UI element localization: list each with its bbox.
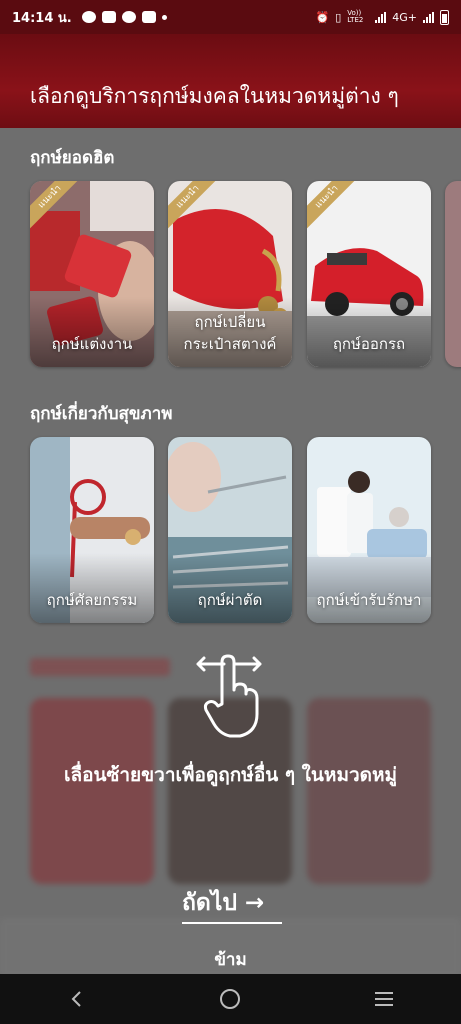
main-content: ฤกษ์ยอดฮิต แนะนำ ฤกษ์แต่งงาน แนะนำ ฤกษ์เ… [0, 128, 461, 974]
status-time: 14:14 น. [12, 10, 72, 26]
network-type: 4G+ [392, 10, 417, 24]
card-wedding[interactable]: แนะนำ ฤกษ์แต่งงาน [30, 181, 154, 367]
card-label: ฤกษ์เปลี่ยน กระเป๋าสตางค์ [183, 313, 277, 353]
system-nav-bar [0, 974, 461, 1024]
messenger-icon [81, 11, 96, 23]
blurred-section-title [30, 658, 170, 676]
status-bar: 14:14 น. ⏰ ▯ Vo)) LTE2 4G+ [0, 0, 461, 34]
blurred-card [307, 698, 431, 884]
card-shade [30, 553, 154, 623]
recents-menu-icon [375, 992, 394, 1006]
swipe-hand-icon [196, 654, 262, 738]
arrow-right-icon: → [245, 890, 265, 916]
youtube-icon [141, 11, 156, 23]
section-title-popular: ฤกษ์ยอดฮิต [30, 148, 115, 168]
section-title-health: ฤกษ์เกี่ยวกับสุขภาพ [30, 404, 173, 424]
next-button-label: ถัดไป [182, 890, 238, 916]
next-button[interactable]: ถัดไป → [182, 884, 282, 924]
header: เลือกดูบริการฤกษ์มงคลในหมวดหมู่ต่าง ๆ [0, 34, 461, 128]
signal-icon-1 [375, 11, 387, 23]
battery-icon [440, 9, 449, 25]
card-shade [307, 297, 431, 367]
card-label: ฤกษ์ผ่าตัด [197, 591, 263, 609]
skip-button[interactable]: ข้าม [0, 946, 461, 973]
vibrate-icon: ▯ [335, 10, 342, 24]
card-new-car[interactable]: แนะนำ ฤกษ์ออกรถ [307, 181, 431, 367]
card-label: ฤกษ์แต่งงาน [51, 335, 133, 353]
card-treatment[interactable]: ฤกษ์เข้ารับรักษา [307, 437, 431, 623]
notification-icons [81, 11, 167, 23]
recents-button[interactable] [364, 979, 404, 1019]
system-icons: ⏰ ▯ Vo)) LTE2 4G+ [315, 9, 449, 25]
more-notifications-icon [161, 14, 167, 20]
card-partial-next[interactable] [445, 181, 461, 367]
instagram-icon [101, 11, 116, 23]
home-circle-icon [220, 989, 241, 1009]
signal-icon-2 [423, 11, 434, 23]
card-shade [30, 297, 154, 367]
page-title: เลือกดูบริการฤกษ์มงคลในหมวดหมู่ต่าง ๆ [30, 84, 399, 108]
card-wallet[interactable]: แนะนำ ฤกษ์เปลี่ยน กระเป๋าสตางค์ [168, 181, 292, 367]
back-button[interactable] [57, 979, 97, 1019]
card-label: ฤกษ์ออกรถ [332, 335, 406, 353]
card-shade [307, 553, 431, 623]
telegram-icon [121, 11, 136, 23]
card-label: ฤกษ์เข้ารับรักษา [316, 591, 422, 609]
swipe-hint-text: เลื่อนซ้ายขวาเพื่อดูฤกษ์อื่น ๆ ในหมวดหมู… [63, 764, 398, 786]
alarm-icon: ⏰ [315, 10, 330, 24]
card-cosmetic-surgery[interactable]: ฤกษ์ศัลยกรรม [30, 437, 154, 623]
volte-label: Vo)) LTE2 [347, 9, 364, 24]
card-surgery[interactable]: ฤกษ์ผ่าตัด [168, 437, 292, 623]
card-label: ฤกษ์ศัลยกรรม [46, 591, 138, 609]
back-chevron-icon [71, 991, 81, 1007]
card-shade [168, 553, 292, 623]
home-button[interactable] [210, 979, 250, 1019]
blurred-card [30, 698, 154, 884]
